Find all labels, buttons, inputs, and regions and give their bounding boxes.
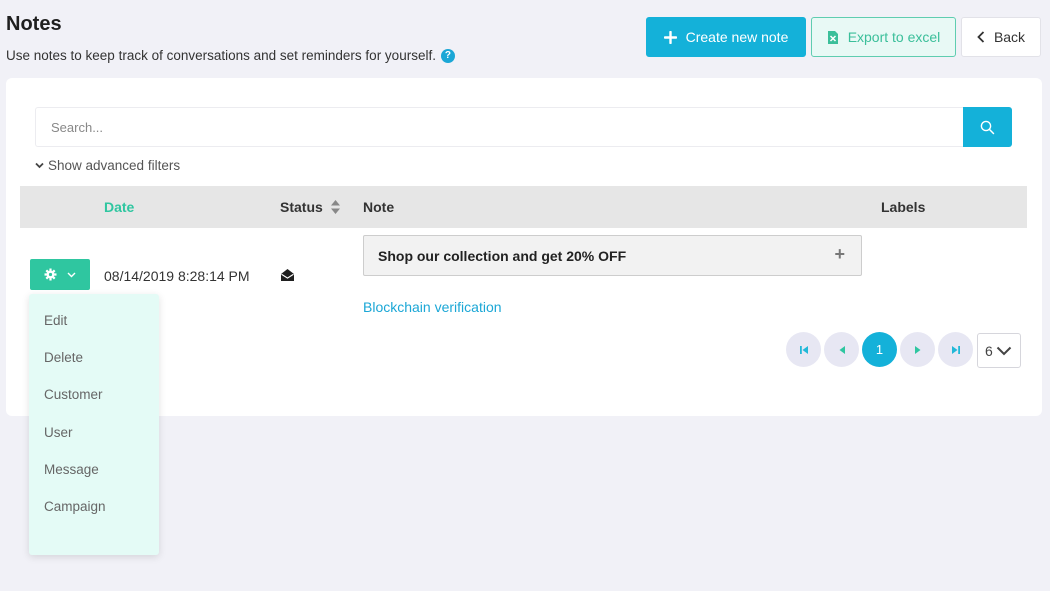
excel-file-icon bbox=[827, 30, 838, 44]
expand-note-icon[interactable]: + bbox=[834, 244, 845, 265]
column-header-labels[interactable]: Labels bbox=[881, 186, 925, 228]
help-icon[interactable]: ? bbox=[440, 48, 455, 63]
page-number-button[interactable]: 1 bbox=[862, 332, 897, 367]
menu-item-customer[interactable]: Customer bbox=[29, 376, 159, 413]
next-page-button[interactable] bbox=[900, 332, 935, 367]
search-bar bbox=[35, 107, 1012, 147]
row-actions-button[interactable] bbox=[30, 259, 90, 290]
table-row-date: 08/14/2019 8:28:14 PM bbox=[104, 268, 250, 284]
advanced-filters-label: Show advanced filters bbox=[48, 158, 181, 173]
export-excel-button[interactable]: Export to excel bbox=[811, 17, 956, 57]
search-button[interactable] bbox=[963, 107, 1012, 147]
advanced-filters-toggle[interactable]: Show advanced filters bbox=[35, 158, 180, 173]
row-actions-menu: Edit Delete Customer User Message Campai… bbox=[29, 294, 159, 555]
chevron-down-icon bbox=[35, 162, 44, 169]
first-page-icon bbox=[799, 345, 808, 354]
prev-page-icon bbox=[839, 345, 845, 354]
chevron-down-icon bbox=[996, 346, 1012, 355]
last-page-button[interactable] bbox=[938, 332, 973, 367]
page-subtitle: Use notes to keep track of conversations… bbox=[6, 48, 455, 63]
chevron-down-icon bbox=[67, 272, 76, 277]
prev-page-button[interactable] bbox=[824, 332, 859, 367]
sort-icon bbox=[330, 200, 340, 214]
pagination: 1 bbox=[786, 332, 973, 367]
envelope-open-icon bbox=[280, 268, 295, 287]
column-header-status-label: Status bbox=[280, 199, 323, 215]
create-note-button[interactable]: Create new note bbox=[646, 17, 806, 57]
gear-icon bbox=[44, 268, 57, 281]
next-page-icon bbox=[914, 345, 920, 354]
last-page-icon bbox=[951, 345, 960, 354]
back-button[interactable]: Back bbox=[961, 17, 1041, 57]
column-header-status[interactable]: Status bbox=[280, 186, 341, 228]
menu-item-delete[interactable]: Delete bbox=[29, 339, 159, 376]
page-title: Notes bbox=[6, 13, 62, 35]
menu-item-campaign[interactable]: Campaign bbox=[29, 488, 159, 525]
note-title: Shop our collection and get 20% OFF bbox=[378, 247, 627, 264]
create-note-label: Create new note bbox=[685, 29, 789, 45]
first-page-button[interactable] bbox=[786, 332, 821, 367]
export-excel-label: Export to excel bbox=[847, 29, 941, 45]
menu-item-message[interactable]: Message bbox=[29, 451, 159, 488]
page-size-select[interactable]: 6 bbox=[977, 333, 1021, 368]
notes-card: Show advanced filters Date Status Note L… bbox=[6, 78, 1042, 416]
blockchain-verification-link[interactable]: Blockchain verification bbox=[363, 299, 502, 315]
chevron-left-icon bbox=[977, 31, 985, 43]
column-header-date[interactable]: Date bbox=[104, 186, 134, 228]
search-icon bbox=[980, 120, 995, 134]
table-header: Date Status Note Labels bbox=[20, 186, 1027, 228]
column-header-note[interactable]: Note bbox=[363, 186, 394, 228]
menu-item-user[interactable]: User bbox=[29, 414, 159, 451]
page-size-value: 6 bbox=[985, 342, 993, 359]
plus-icon bbox=[663, 30, 677, 44]
note-title-box[interactable]: Shop our collection and get 20% OFF + bbox=[363, 235, 862, 276]
page-subtitle-text: Use notes to keep track of conversations… bbox=[6, 48, 436, 63]
back-label: Back bbox=[993, 29, 1026, 45]
menu-item-edit[interactable]: Edit bbox=[29, 302, 159, 339]
search-input[interactable] bbox=[35, 107, 963, 147]
